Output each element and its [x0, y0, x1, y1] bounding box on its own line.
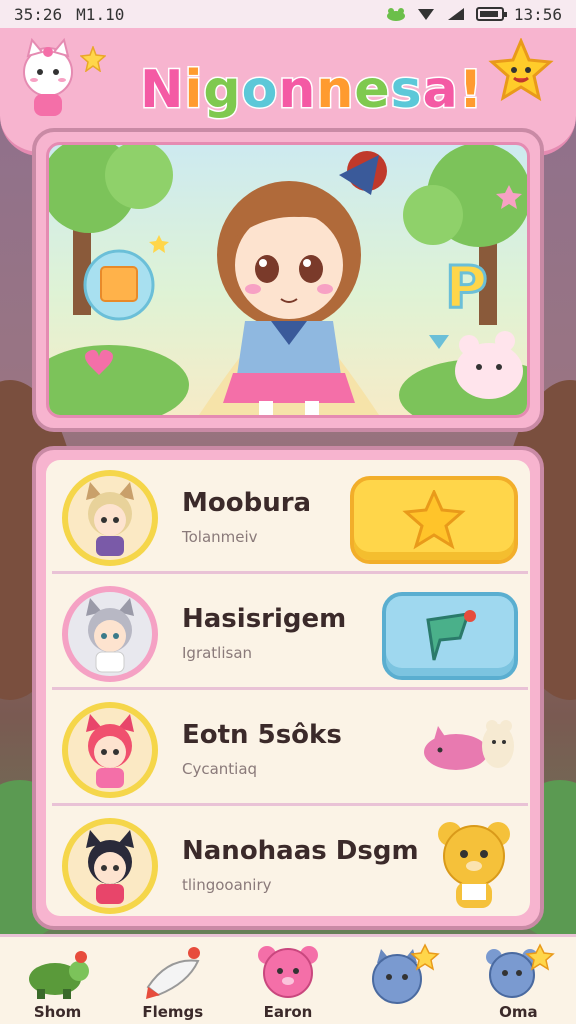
nav-item-oma[interactable]: Oma — [463, 937, 573, 1024]
nav-item-blue-cat[interactable] — [348, 937, 458, 1024]
character-list: Moobura Tolanmeiv Hasisrigem Igratlisan — [32, 446, 544, 930]
battery-icon — [475, 7, 507, 21]
star-menu-icon[interactable] — [488, 38, 554, 104]
character-portrait-icon — [86, 714, 134, 788]
character-name: Eotn 5sôks — [182, 720, 342, 750]
avatar — [62, 702, 158, 798]
list-item[interactable]: Eotn 5sôks Cycantiaq — [52, 698, 528, 806]
blue-bear-star-icon — [486, 943, 556, 998]
list-item[interactable]: Hasisrigem Igratlisan — [52, 582, 528, 690]
nav-item-flemgs[interactable]: Flemgs — [118, 937, 228, 1024]
wifi-icon — [417, 9, 434, 20]
character-portrait-icon — [86, 598, 134, 673]
pig-pet-icon[interactable] — [420, 712, 520, 782]
app-title: Nigonnesa! — [139, 59, 484, 122]
favorite-button[interactable] — [350, 476, 518, 564]
avatar — [62, 586, 158, 682]
hero-panel: P — [32, 128, 544, 432]
nav-label: Oma — [499, 1003, 538, 1021]
status-clock: 13:56 — [513, 4, 562, 24]
avatar — [62, 470, 158, 566]
blue-cat-star-icon — [372, 943, 440, 1004]
flag-icon — [426, 610, 476, 661]
list-item[interactable]: Moobura Tolanmeiv — [52, 466, 528, 574]
character-portrait-icon — [86, 830, 134, 904]
avatar — [62, 818, 158, 914]
status-bar: 35:26 M1.10 13:56 — [0, 0, 576, 28]
character-name: Nanohaas Dsgm — [182, 836, 419, 866]
nav-label: Flemgs — [142, 1003, 204, 1021]
status-carrier: M1.10 — [76, 4, 125, 24]
cat-mascot-icon[interactable] — [12, 38, 84, 124]
bottom-nav: Shom Flemgs Earon Oma — [0, 934, 576, 1024]
hero-scene: P — [46, 142, 530, 418]
star-icon — [402, 490, 466, 550]
signal-icon — [447, 8, 464, 20]
nav-label: Earon — [263, 1003, 313, 1021]
small-star-icon — [80, 46, 106, 72]
character-name: Moobura — [182, 488, 312, 518]
nav-item-earon[interactable]: Earon — [233, 937, 343, 1024]
nav-item-shom[interactable]: Shom — [3, 937, 113, 1024]
pink-bear-icon — [257, 946, 318, 998]
frog-notification-icon — [386, 8, 405, 21]
bear-pet-icon[interactable] — [432, 818, 516, 914]
character-subtitle: tlingooaniry — [182, 876, 272, 894]
character-portrait-icon — [86, 482, 134, 556]
share-button[interactable] — [382, 592, 518, 680]
hero-badge-letter: P — [444, 252, 489, 323]
nav-label: Shom — [33, 1003, 82, 1021]
list-item[interactable]: Nanohaas Dsgm tlingooaniry — [52, 814, 528, 916]
turtle-icon — [28, 951, 89, 999]
character-subtitle: Tolanmeiv — [182, 528, 258, 546]
character-subtitle: Cycantiaq — [182, 760, 258, 778]
character-name: Hasisrigem — [182, 604, 347, 634]
status-time: 35:26 — [14, 4, 63, 24]
rocket-icon — [145, 947, 200, 999]
character-subtitle: Igratlisan — [182, 644, 253, 662]
